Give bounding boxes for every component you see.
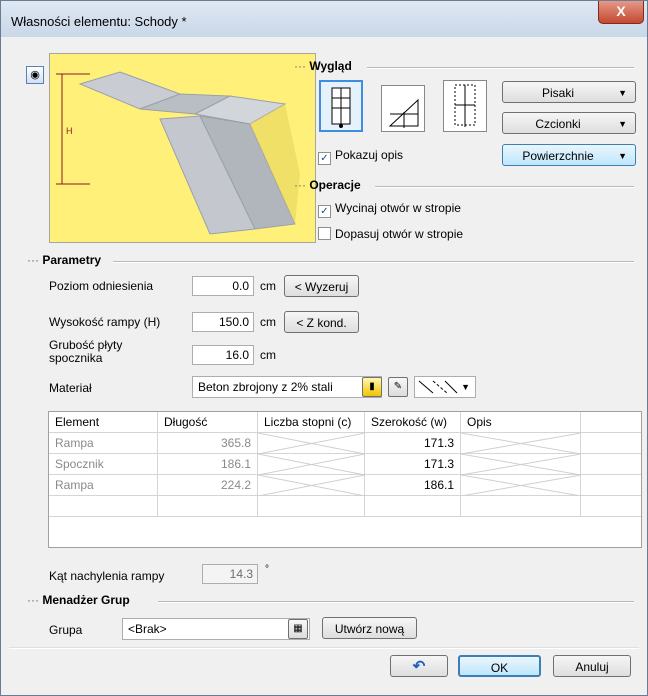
- view-mode-dashed-icon[interactable]: [443, 80, 487, 132]
- camera-icon[interactable]: ◉: [26, 66, 44, 84]
- divider: [367, 67, 634, 69]
- material-library-icon[interactable]: ▮: [362, 377, 382, 397]
- poziom-input[interactable]: 0.0: [192, 276, 254, 296]
- table-cell-disabled: [258, 475, 365, 496]
- operacje-section-header: ··· Operacje: [294, 178, 361, 192]
- table-cell: [581, 454, 641, 475]
- hatch-pattern-icon: [418, 380, 458, 394]
- pisaki-dropdown-button[interactable]: Pisaki ▼: [502, 81, 636, 103]
- table-cell: [49, 496, 158, 517]
- table-cell-disabled: [258, 454, 365, 475]
- dropdown-arrow-icon: ▼: [461, 382, 470, 392]
- poziom-label: Poziom odniesienia: [49, 279, 154, 293]
- wycinaj-otwor-checkbox[interactable]: ✓ Wycinaj otwór w stropie: [318, 201, 461, 218]
- title-bar: Własności elementu: Schody * X: [1, 1, 647, 37]
- grubosc-input[interactable]: 16.0: [192, 345, 254, 365]
- anuluj-button[interactable]: Anuluj: [553, 655, 631, 677]
- column-header-empty: [581, 412, 641, 433]
- poziom-unit: cm: [260, 279, 276, 293]
- footer-divider: [9, 647, 639, 649]
- table-cell: [461, 496, 581, 517]
- table-cell: [581, 433, 641, 454]
- table-cell[interactable]: 186.1: [158, 454, 258, 475]
- h-dimension-label: H: [66, 126, 73, 136]
- column-header[interactable]: Szerokość (w): [365, 412, 461, 433]
- material-edit-icon[interactable]: ✎: [388, 377, 408, 397]
- kat-unit: °: [265, 564, 269, 575]
- material-label: Materiał: [49, 381, 92, 395]
- dropdown-arrow-icon: ▼: [618, 151, 627, 161]
- kat-label: Kąt nachylenia rampy: [49, 569, 165, 583]
- undo-icon[interactable]: ↶: [390, 655, 448, 677]
- grubosc-label: Grubość płyty spocznika: [49, 338, 123, 365]
- column-header[interactable]: Opis: [461, 412, 581, 433]
- table-cell: [365, 496, 461, 517]
- hatch-pattern-select[interactable]: ▼: [414, 376, 476, 398]
- checkbox-empty-icon: [318, 227, 331, 240]
- table-cell[interactable]: Rampa: [49, 433, 158, 454]
- wysokosc-unit: cm: [260, 315, 276, 329]
- view-mode-side-icon[interactable]: [381, 85, 425, 132]
- table-cell[interactable]: 224.2: [158, 475, 258, 496]
- grubosc-unit: cm: [260, 348, 276, 362]
- pokazuj-opis-checkbox[interactable]: ✓ Pokazuj opis: [318, 148, 403, 165]
- window-title: Własności elementu: Schody *: [11, 14, 187, 29]
- dopasuj-otwor-checkbox[interactable]: Dopasuj otwór w stropie: [318, 227, 463, 241]
- table-cell: [158, 496, 258, 517]
- table-cell[interactable]: 171.3: [365, 433, 461, 454]
- properties-dialog: Własności elementu: Schody * X ◉ H ··· W…: [0, 0, 648, 696]
- table-cell-disabled: [461, 475, 581, 496]
- segments-table: Element Długość Liczba stopni (c) Szerok…: [48, 411, 642, 548]
- ok-button[interactable]: OK: [458, 655, 541, 677]
- close-button[interactable]: X: [598, 1, 644, 24]
- divider: [158, 601, 634, 603]
- table-cell: [581, 475, 641, 496]
- wyglad-section-header: ··· Wygląd: [294, 59, 352, 73]
- column-header[interactable]: Długość: [158, 412, 258, 433]
- dropdown-arrow-icon: ▼: [618, 88, 627, 98]
- grupa-library-icon[interactable]: ▦: [288, 619, 308, 639]
- dialog-body: ◉ H ··· Wygląd Pisaki ▼ Czcionki ▼ Powie…: [9, 37, 642, 687]
- table-cell-disabled: [461, 433, 581, 454]
- material-select[interactable]: Beton zbrojony z 2% stali: [192, 376, 382, 398]
- stairs-preview-image: H: [49, 53, 316, 243]
- kat-input: 14.3: [202, 564, 258, 584]
- wysokosc-input[interactable]: 150.0: [192, 312, 254, 332]
- powierzchnie-dropdown-button[interactable]: Powierzchnie ▼: [502, 144, 636, 166]
- table-cell[interactable]: 171.3: [365, 454, 461, 475]
- checkbox-checked-icon: ✓: [318, 152, 331, 165]
- parametry-section-header: ··· Parametry: [27, 253, 102, 267]
- column-header[interactable]: Liczba stopni (c): [258, 412, 365, 433]
- table-cell[interactable]: Spocznik: [49, 454, 158, 475]
- utworz-nowa-button[interactable]: Utwórz nową: [322, 617, 417, 639]
- table-cell[interactable]: 365.8: [158, 433, 258, 454]
- divider: [113, 261, 634, 263]
- view-mode-straight-icon[interactable]: [319, 80, 363, 132]
- dropdown-arrow-icon: ▼: [618, 119, 627, 129]
- grupa-label: Grupa: [49, 623, 83, 637]
- checkbox-checked-icon: ✓: [318, 205, 331, 218]
- divider: [375, 186, 634, 188]
- stairs-3d-illustration: H: [56, 71, 300, 235]
- grupa-select[interactable]: <Brak>: [122, 618, 310, 640]
- table-cell: [258, 496, 365, 517]
- table-cell[interactable]: Rampa: [49, 475, 158, 496]
- wyzeruj-button[interactable]: < Wyzeruj: [284, 275, 359, 297]
- table-cell-disabled: [258, 433, 365, 454]
- table-cell[interactable]: 186.1: [365, 475, 461, 496]
- z-kond-button[interactable]: < Z kond.: [284, 311, 359, 333]
- table-cell: [581, 496, 641, 517]
- wysokosc-label: Wysokość rampy (H): [49, 315, 161, 329]
- czcionki-dropdown-button[interactable]: Czcionki ▼: [502, 112, 636, 134]
- column-header[interactable]: Element: [49, 412, 158, 433]
- table-cell-disabled: [461, 454, 581, 475]
- menadzer-section-header: ··· Menadżer Grup: [27, 593, 130, 607]
